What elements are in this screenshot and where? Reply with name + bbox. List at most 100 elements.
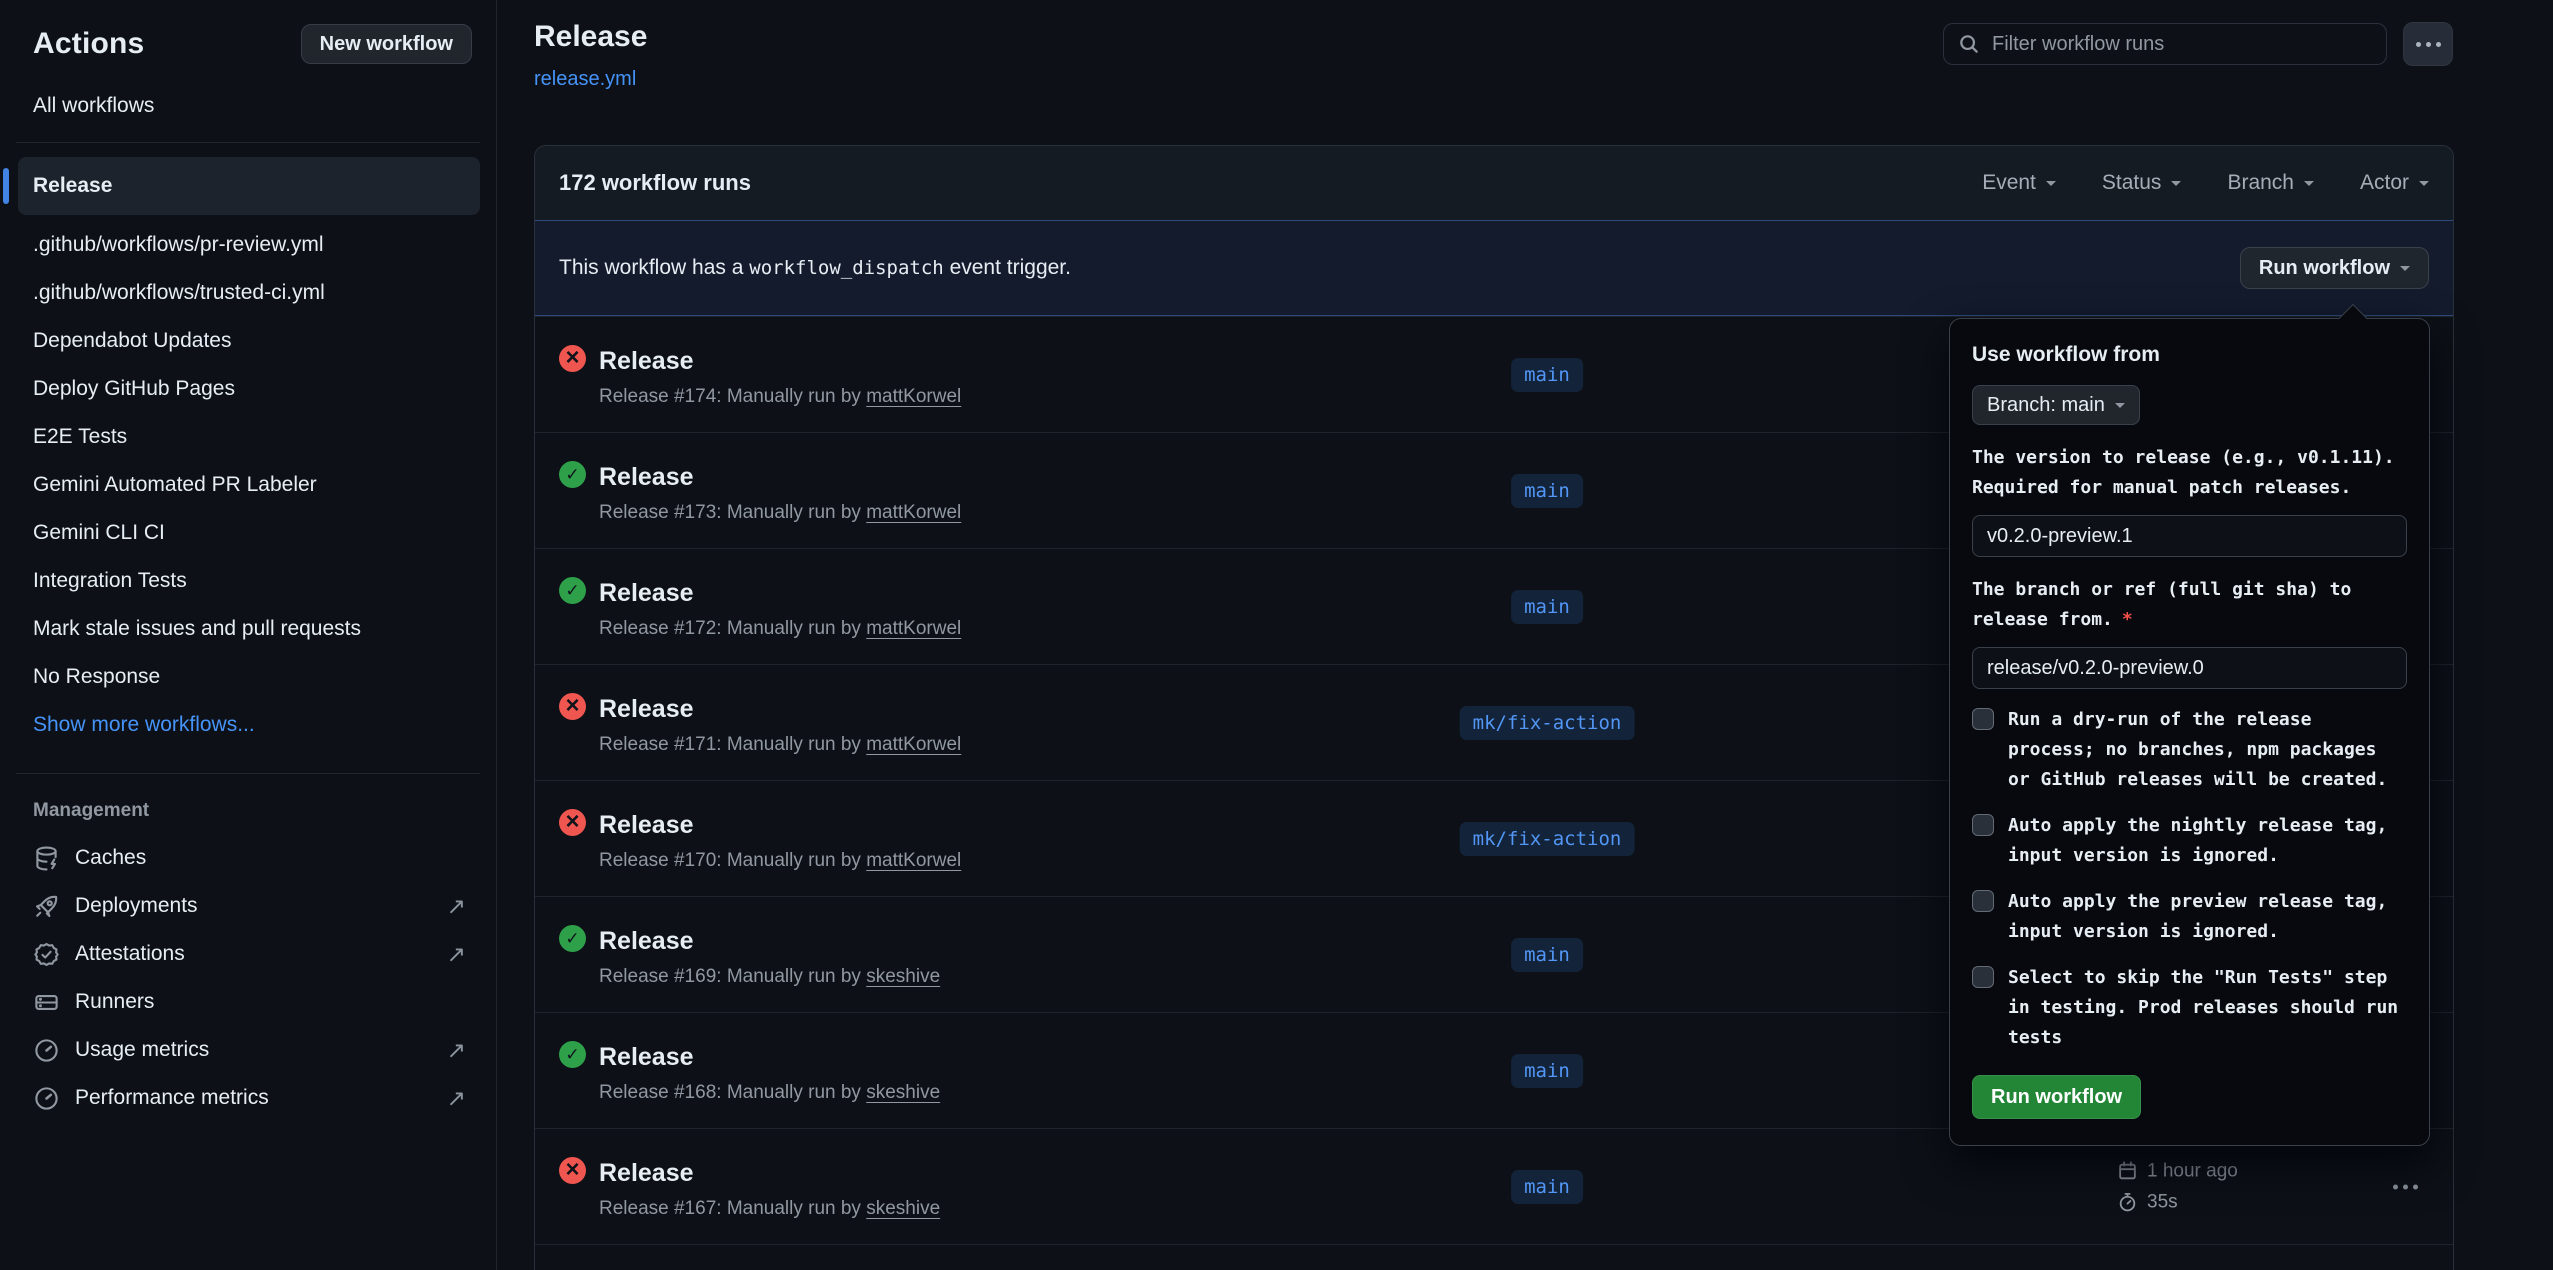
sidebar-item-label: Runners — [75, 990, 154, 1014]
sidebar-item-all-workflows[interactable]: All workflows — [33, 94, 496, 118]
run-status-icon — [559, 461, 586, 488]
run-title-link[interactable]: Release — [599, 811, 961, 840]
run-status-icon — [559, 1157, 586, 1184]
management-section-label: Management — [33, 800, 496, 822]
actor-link[interactable]: mattKorwel — [866, 734, 961, 755]
sidebar-item-performance-metrics[interactable]: Performance metrics ↗ — [0, 1074, 496, 1122]
run-meta: 1 hour ago 35s — [2117, 1160, 2238, 1213]
skip-tests-option: Select to skip the "Run Tests" step in t… — [1972, 963, 2407, 1053]
run-status-icon — [559, 809, 586, 836]
actor-link[interactable]: skeshive — [866, 966, 940, 987]
kebab-icon — [2416, 42, 2441, 47]
sidebar-item-caches[interactable]: Caches — [0, 834, 496, 882]
run-title-link[interactable]: Release — [599, 927, 940, 956]
skip-tests-checkbox[interactable] — [1972, 966, 1994, 988]
version-help-text: The version to release (e.g., v0.1.11). … — [1972, 443, 2407, 503]
meter-icon — [33, 1037, 60, 1064]
sidebar-item-label: Deployments — [75, 894, 198, 918]
show-more-workflows-link[interactable]: Show more workflows... — [0, 701, 496, 749]
branch-badge[interactable]: main — [1511, 590, 1583, 624]
actor-link[interactable]: mattKorwel — [866, 850, 961, 871]
nightly-tag-option: Auto apply the nightly release tag, inpu… — [1972, 811, 2407, 871]
actor-link[interactable]: skeshive — [866, 1082, 940, 1103]
workflow-dispatch-banner: This workflow has a workflow_dispatch ev… — [535, 220, 2453, 316]
run-workflow-popover: Use workflow from Branch: main The versi… — [1949, 318, 2430, 1146]
sidebar-item-workflow[interactable]: .github/workflows/trusted-ci.yml — [0, 269, 496, 317]
run-title-link[interactable]: Release — [599, 463, 961, 492]
sidebar-item-attestations[interactable]: Attestations ↗ — [0, 930, 496, 978]
run-title-link[interactable]: Release — [599, 1159, 940, 1188]
workflow-dispatch-code: workflow_dispatch — [749, 257, 943, 279]
branch-badge[interactable]: mk/fix-action — [1460, 822, 1635, 856]
filter-event[interactable]: Event — [1982, 171, 2056, 195]
external-link-icon: ↗ — [447, 1037, 466, 1064]
sidebar-item-deployments[interactable]: Deployments ↗ — [0, 882, 496, 930]
sidebar-item-workflow[interactable]: .github/workflows/pr-review.yml — [0, 221, 496, 269]
sidebar-item-workflow[interactable]: Deploy GitHub Pages — [0, 365, 496, 413]
chevron-down-icon — [2115, 403, 2125, 413]
page-title: Release — [534, 20, 647, 54]
verified-icon — [33, 941, 60, 968]
actor-link[interactable]: mattKorwel — [866, 386, 961, 407]
run-subtitle: Release #167: Manually run by skeshive — [599, 1198, 940, 1220]
sidebar-item-usage-metrics[interactable]: Usage metrics ↗ — [0, 1026, 496, 1074]
sidebar-item-workflow[interactable]: Integration Tests — [0, 557, 496, 605]
workflow-file-link[interactable]: release.yml — [534, 68, 636, 91]
new-workflow-button[interactable]: New workflow — [301, 24, 472, 64]
sidebar-item-runners[interactable]: Runners — [0, 978, 496, 1026]
sidebar-item-workflow[interactable]: Gemini CLI CI — [0, 509, 496, 557]
branch-badge[interactable]: main — [1511, 474, 1583, 508]
preview-tag-checkbox[interactable] — [1972, 890, 1994, 912]
actor-link[interactable]: mattKorwel — [866, 502, 961, 523]
actor-link[interactable]: mattKorwel — [866, 618, 961, 639]
run-title-link[interactable]: Release — [599, 347, 961, 376]
branch-badge[interactable]: main — [1511, 938, 1583, 972]
run-workflow-dropdown-button[interactable]: Run workflow — [2240, 247, 2429, 289]
branch-badge[interactable]: main — [1511, 1170, 1583, 1204]
sidebar-item-workflow[interactable]: E2E Tests — [0, 413, 496, 461]
sidebar-item-workflow[interactable]: Gemini Automated PR Labeler — [0, 461, 496, 509]
chevron-down-icon — [2171, 181, 2181, 191]
version-input[interactable] — [1972, 515, 2407, 557]
management-list: Caches Deployments ↗ Attestations ↗ Runn… — [0, 834, 496, 1122]
ref-help-text: The branch or ref (full git sha) to rele… — [1972, 575, 2407, 635]
sidebar-item-label: Caches — [75, 846, 146, 870]
run-workflow-submit-button[interactable]: Run workflow — [1972, 1075, 2141, 1119]
preview-tag-option: Auto apply the preview release tag, inpu… — [1972, 887, 2407, 947]
ref-input[interactable] — [1972, 647, 2407, 689]
run-status-icon — [559, 1041, 586, 1068]
filter-actor[interactable]: Actor — [2360, 171, 2429, 195]
runs-count: 172 workflow runs — [559, 170, 751, 196]
dry-run-option: Run a dry-run of the release process; no… — [1972, 705, 2407, 795]
sidebar-item-workflow[interactable]: Mark stale issues and pull requests — [0, 605, 496, 653]
branch-badge[interactable]: mk/fix-action — [1460, 706, 1635, 740]
workflow-options-button[interactable] — [2403, 22, 2453, 66]
branch-badge[interactable]: main — [1511, 358, 1583, 392]
sidebar-item-workflow[interactable]: Dependabot Updates — [0, 317, 496, 365]
checkbox-label: Select to skip the "Run Tests" step in t… — [2008, 963, 2407, 1053]
run-subtitle: Release #170: Manually run by mattKorwel — [599, 850, 961, 872]
run-options-kebab-icon[interactable] — [2393, 1184, 2418, 1189]
external-link-icon: ↗ — [447, 941, 466, 968]
checkbox-label: Auto apply the nightly release tag, inpu… — [2008, 811, 2407, 871]
sidebar-item-release-selected[interactable]: Release — [18, 157, 480, 215]
run-title-link[interactable]: Release — [599, 695, 961, 724]
run-title-link[interactable]: Release — [599, 579, 961, 608]
filter-status[interactable]: Status — [2102, 171, 2182, 195]
sidebar-item-workflow[interactable]: No Response — [0, 653, 496, 701]
dry-run-checkbox[interactable] — [1972, 708, 1994, 730]
sidebar-item-label: Attestations — [75, 942, 185, 966]
chevron-down-icon — [2046, 181, 2056, 191]
nightly-tag-checkbox[interactable] — [1972, 814, 1994, 836]
search-input[interactable] — [1992, 33, 2372, 56]
search-icon — [1958, 33, 1980, 55]
filter-runs-search[interactable] — [1943, 23, 2387, 65]
run-subtitle: Release #169: Manually run by skeshive — [599, 966, 940, 988]
branch-badge[interactable]: main — [1511, 1054, 1583, 1088]
chevron-down-icon — [2419, 181, 2429, 191]
next-row-sliver — [535, 1244, 2453, 1268]
actor-link[interactable]: skeshive — [866, 1198, 940, 1219]
run-title-link[interactable]: Release — [599, 1043, 940, 1072]
filter-branch[interactable]: Branch — [2227, 171, 2314, 195]
branch-select-button[interactable]: Branch: main — [1972, 385, 2140, 425]
